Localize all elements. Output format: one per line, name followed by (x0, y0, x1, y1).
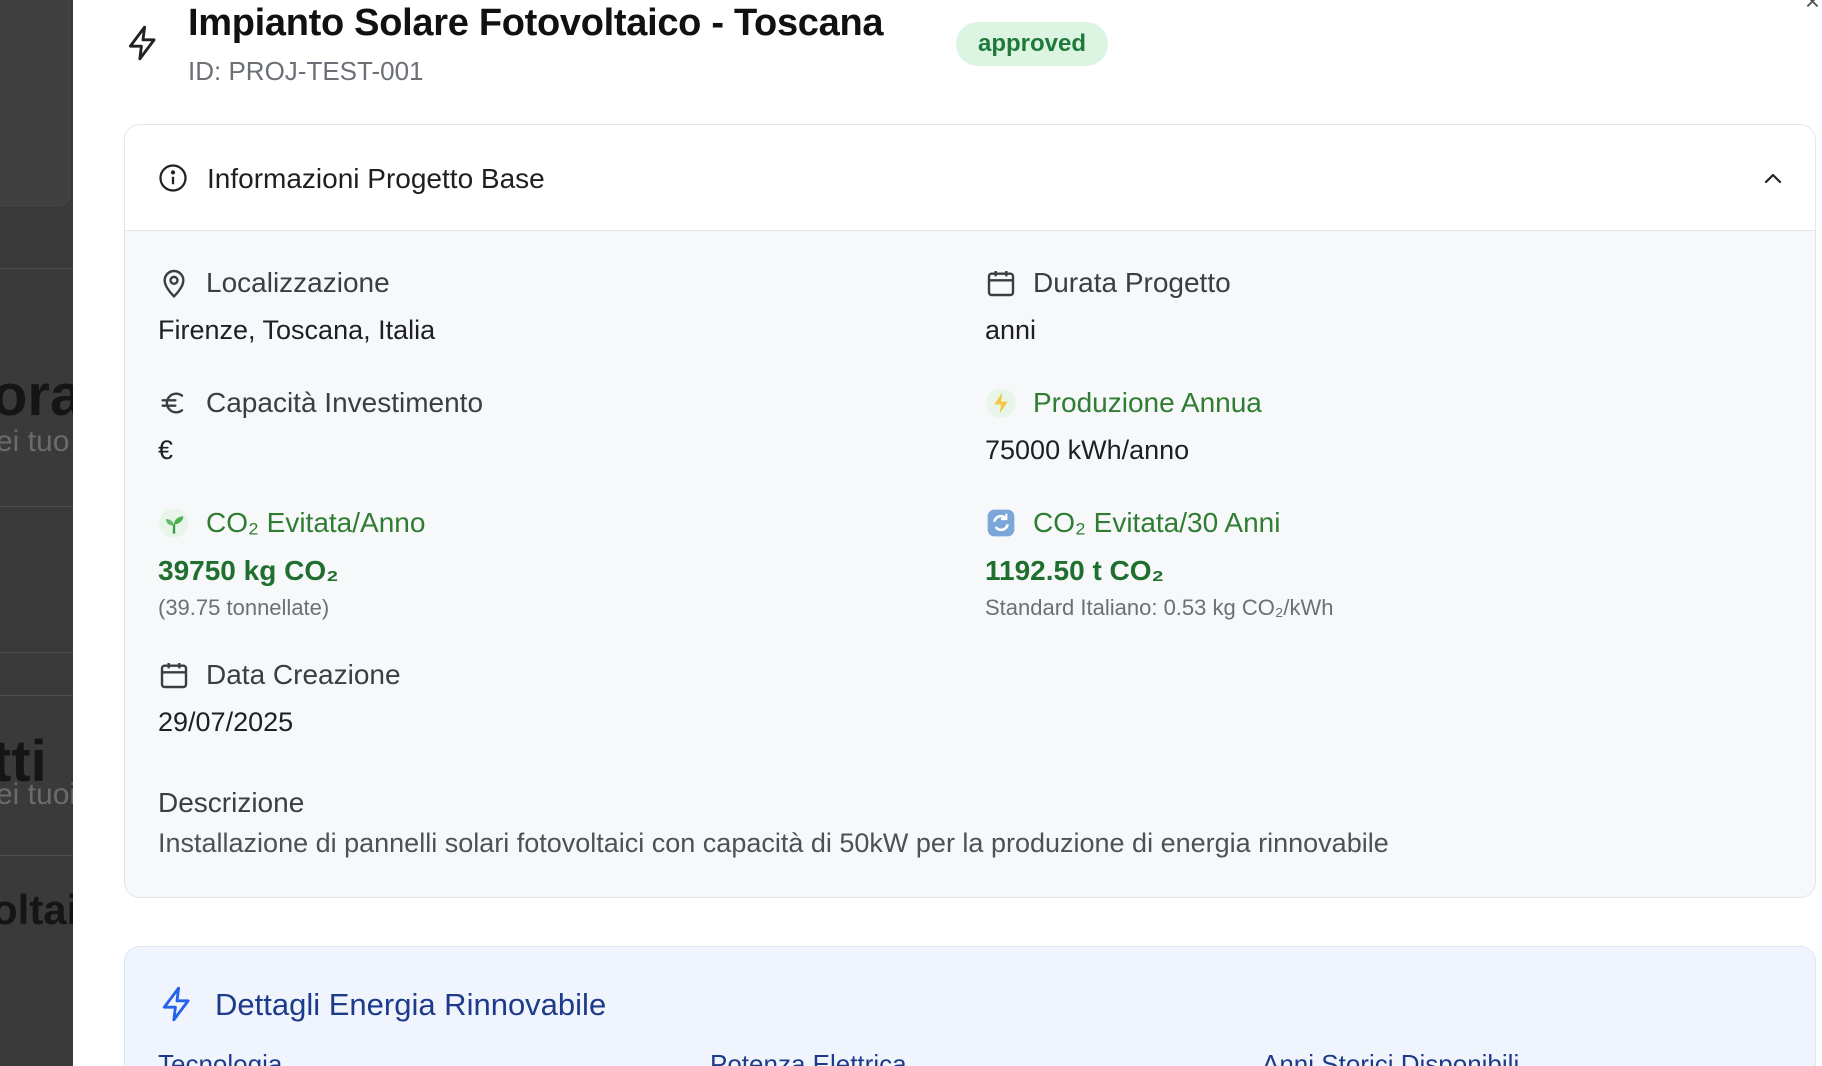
chevron-up-icon[interactable] (1761, 167, 1785, 191)
background-text: ei tuoi (0, 778, 77, 811)
energy-details-card: Dettagli Energia Rinnovabile Tecnologia … (124, 946, 1816, 1066)
field-label: Data Creazione (206, 659, 401, 690)
lightning-emoji-icon (986, 388, 1016, 418)
refresh-icon (987, 509, 1015, 537)
map-pin-icon (163, 269, 185, 298)
field-label: Localizzazione (206, 267, 390, 298)
energy-sub-label: Tecnologia (158, 1049, 283, 1066)
background-text: oltai (0, 886, 79, 933)
base-info-header[interactable]: Informazioni Progetto Base (125, 125, 1815, 231)
background-text: orag (0, 363, 80, 428)
lightning-icon (162, 986, 190, 1022)
background-divider (0, 506, 80, 507)
modal-header: Impianto Solare Fotovoltaico - Toscana a… (124, 0, 1774, 100)
project-id: ID: PROJ-TEST-001 (188, 56, 424, 86)
project-title: Impianto Solare Fotovoltaico - Toscana (188, 2, 884, 44)
field-label: Durata Progetto (1033, 267, 1231, 298)
field-value: € (158, 435, 174, 465)
field-value: 29/07/2025 (158, 707, 294, 737)
background-divider (0, 652, 80, 653)
background-text: ei tuo (0, 425, 70, 458)
description-label: Descrizione (158, 787, 305, 818)
info-icon (159, 164, 187, 192)
calendar-icon (160, 663, 188, 689)
energy-details-title: Dettagli Energia Rinnovabile (215, 987, 607, 1022)
project-modal: × Impianto Solare Fotovoltaico - Toscana… (73, 0, 1822, 1066)
energy-sub-label: Anni Storici Disponibili (1262, 1049, 1520, 1066)
background-card (0, 0, 70, 206)
field-value: Firenze, Toscana, Italia (158, 315, 436, 345)
field-value: 1192.50 t CO₂ (985, 555, 1164, 586)
lightning-icon (128, 25, 156, 61)
field-label: Capacità Investimento (206, 387, 484, 418)
close-button[interactable]: × (1805, 0, 1820, 17)
field-note: Standard Italiano: 0.53 kg CO₂/kWh (985, 595, 1334, 620)
status-badge: approved (956, 22, 1109, 66)
field-note: (39.75 tonnellate) (158, 595, 330, 620)
field-label: Produzione Annua (1033, 387, 1262, 418)
euro-icon (161, 392, 184, 414)
background-divider (0, 855, 80, 856)
field-value: 39750 kg CO₂ (158, 555, 339, 586)
base-info-title: Informazioni Progetto Base (207, 163, 545, 194)
field-value: 75000 kWh/anno (985, 435, 1190, 465)
background-divider (0, 695, 80, 696)
field-label: CO₂ Evitata/30 Anni (1033, 507, 1281, 538)
background-page: orag ei tuo tti ei tuoi oltai (0, 0, 80, 1066)
base-info-card: Informazioni Progetto Base Localizzazion… (124, 124, 1816, 898)
energy-sub-label: Potenza Elettrica (710, 1049, 907, 1066)
description-text: Installazione di pannelli solari fotovol… (158, 828, 1389, 858)
field-label: CO₂ Evitata/Anno (206, 507, 426, 538)
calendar-icon (987, 271, 1015, 297)
field-value: anni (985, 315, 1037, 345)
seedling-icon (159, 508, 189, 538)
background-divider (0, 268, 80, 269)
